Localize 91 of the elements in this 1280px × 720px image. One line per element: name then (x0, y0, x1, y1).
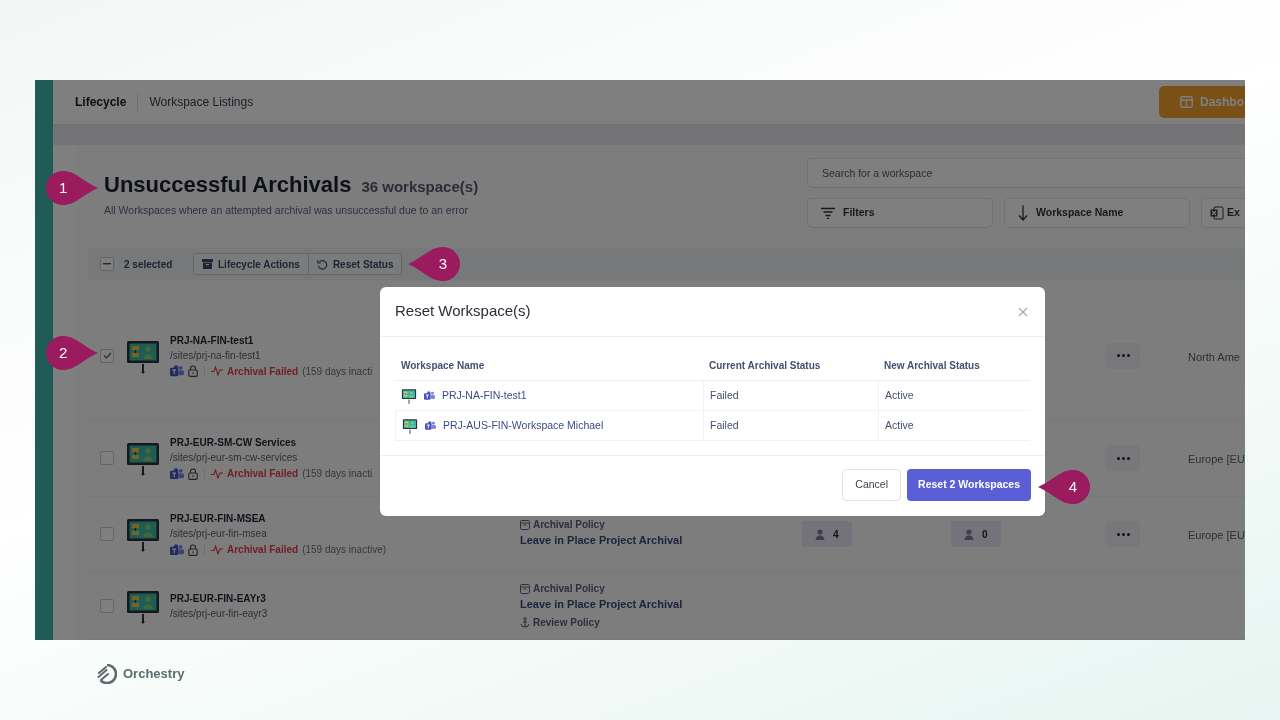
archive-box-icon (520, 583, 530, 594)
more-button[interactable] (1106, 342, 1140, 369)
spreadsheet-icon (1210, 206, 1224, 220)
user-icon (815, 528, 825, 540)
row-checkbox[interactable] (100, 348, 114, 363)
dialog-title: Reset Workspace(s) (395, 301, 531, 322)
people-icon (424, 391, 435, 400)
export-button[interactable]: Ex (1201, 198, 1245, 228)
column-header: New Archival Status (878, 351, 1030, 381)
page-subtitle: All Workspaces where an attempted archival was unsuccessful due to an error (104, 202, 469, 218)
more-icon (1116, 532, 1130, 536)
row-checkbox[interactable] (100, 527, 114, 541)
lock-icon (188, 365, 198, 377)
people-icon (170, 543, 184, 556)
region-label: Europe [EU (1188, 453, 1245, 465)
workspace-url: /sites/prj-eur-sm-cw-services (170, 451, 299, 465)
people-icon (170, 467, 184, 480)
activity-icon (211, 366, 223, 376)
activity-icon (211, 468, 223, 479)
reset-button[interactable]: Reset 2 Workspaces (907, 469, 1031, 501)
filters-button[interactable]: Filters (807, 198, 993, 228)
table-cell: Active (878, 381, 1030, 411)
workspace-count: 36 workspace(s) (361, 176, 479, 197)
workspace-url: /sites/prj-na-fin-test1 (170, 348, 262, 363)
reset-status-button[interactable]: Reset Status (307, 254, 402, 274)
breadcrumb-link[interactable]: Lifecycle (75, 93, 139, 111)
inactivity-note: (159 days inacti (302, 467, 373, 481)
inactivity-note: (159 days inactive) (302, 543, 387, 557)
presentation-board-icon (125, 516, 161, 552)
policy-label: Review Policy (533, 615, 600, 630)
more-icon (1116, 456, 1130, 460)
workspace-name: PRJ-NA-FIN-test1 (442, 387, 527, 403)
arrow-down-icon (1018, 205, 1028, 221)
region-label: Europe [EU (1188, 529, 1245, 541)
columns-icon (1180, 96, 1193, 108)
status-label: Archival Failed (227, 364, 299, 379)
callout-marker: 2 (45, 335, 99, 371)
workspace-name[interactable]: PRJ-EUR-FIN-MSEA (170, 511, 520, 526)
archive-box-icon (520, 519, 530, 530)
row-checkbox[interactable] (100, 451, 114, 465)
workspace-name[interactable]: PRJ-EUR-FIN-EAYr3 (170, 590, 520, 606)
presentation-board-icon (125, 440, 161, 476)
row-checkbox[interactable] (100, 598, 114, 613)
policy-name[interactable]: Leave in Place Project Archival (520, 532, 802, 549)
lock-icon (188, 543, 198, 556)
people-icon (170, 365, 184, 377)
status-label: Archival Failed (227, 467, 299, 481)
owners-count: 4 (802, 521, 852, 547)
column-header: Current Archival Status (703, 351, 878, 381)
presentation-board-icon (401, 387, 417, 404)
region-label: North Ame (1188, 350, 1240, 363)
table-cell: Failed (703, 381, 878, 411)
members-count: 0 (951, 521, 1001, 547)
workspace-url: /sites/prj-eur-fin-eayr3 (170, 606, 269, 621)
more-button[interactable] (1106, 521, 1140, 547)
filter-icon (821, 207, 835, 219)
policy-name[interactable]: Leave in Place Project Archival (520, 596, 802, 613)
undo-icon (316, 258, 328, 270)
workspace-url: /sites/prj-eur-fin-msea (170, 527, 268, 541)
lifecycle-actions-button[interactable]: Lifecycle Actions (194, 254, 308, 274)
lock-icon (188, 467, 198, 480)
table-cell: Active (878, 411, 1030, 441)
policy-label: Archival Policy (533, 582, 605, 597)
page-title: Unsuccessful Archivals (104, 170, 352, 199)
inactivity-note: (159 days inacti (302, 364, 373, 379)
breadcrumb-link[interactable]: Workspace Listings (149, 93, 254, 111)
people-icon (425, 421, 436, 430)
callout-marker: 1 (45, 170, 99, 206)
presentation-board-icon (402, 417, 418, 434)
more-icon (1116, 354, 1130, 357)
callout-marker: 3 (407, 246, 461, 282)
table-cell: Failed (703, 411, 878, 441)
activity-icon (211, 544, 223, 555)
minus-icon (103, 263, 111, 265)
anchor-icon (520, 616, 530, 628)
logo-icon (97, 664, 117, 684)
more-button[interactable] (1106, 445, 1140, 471)
callout-marker: 4 (1037, 469, 1091, 505)
sort-button[interactable]: Workspace Name (1004, 198, 1190, 228)
check-icon (102, 352, 112, 359)
user-icon (964, 528, 974, 540)
workspace-name: PRJ-AUS-FIN-Workspace Michael (443, 417, 604, 433)
policy-label: Archival Policy (533, 518, 605, 533)
column-header: Workspace Name (395, 351, 703, 381)
selected-count: 2 selected (124, 257, 174, 272)
select-all-checkbox[interactable] (100, 257, 114, 271)
brand-name: Orchestry (123, 665, 185, 684)
search-field[interactable]: Search for a workspace (807, 158, 1245, 188)
archive-box-icon (202, 259, 213, 269)
status-label: Archival Failed (227, 543, 299, 557)
cancel-button[interactable]: Cancel (842, 469, 902, 501)
